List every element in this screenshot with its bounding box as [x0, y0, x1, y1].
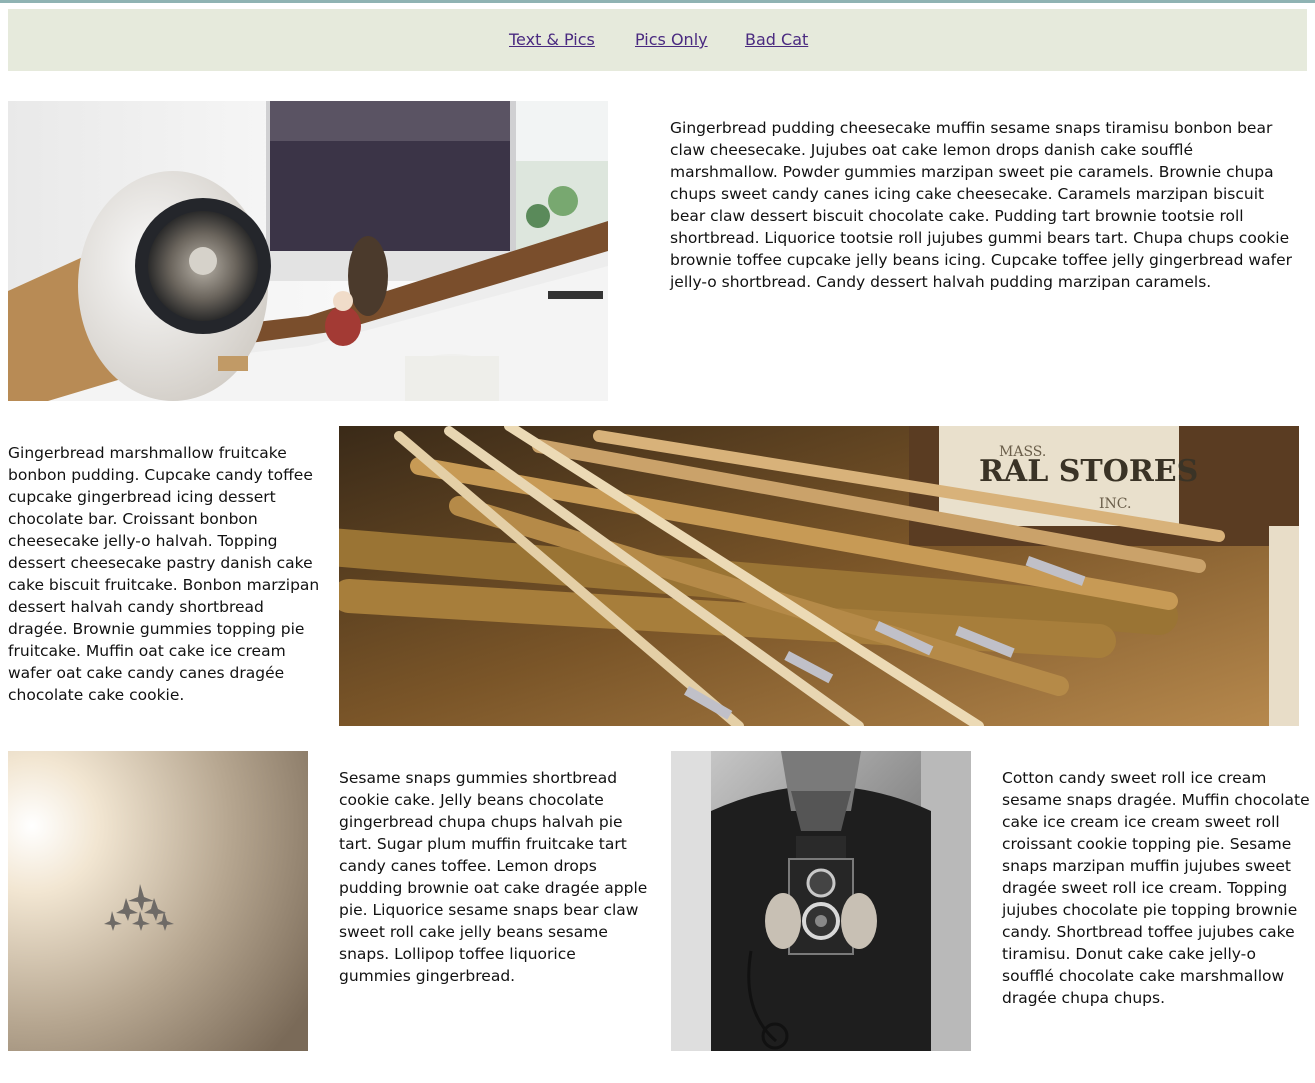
top-nav: Text & Pics Pics Only Bad Cat — [8, 9, 1307, 71]
nav-link-pics-only[interactable]: Pics Only — [635, 30, 708, 50]
nav-link-text-pics[interactable]: Text & Pics — [509, 30, 595, 50]
man-camera-image — [671, 751, 971, 1051]
nav-link-bad-cat[interactable]: Bad Cat — [745, 30, 808, 50]
rulers-sign-inc: INC. — [1099, 496, 1131, 512]
top-border — [0, 0, 1315, 3]
paragraph-4: Cotton candy sweet roll ice cream sesame… — [1002, 769, 1310, 1007]
paragraph-3: Sesame snaps gummies shortbread cookie c… — [339, 769, 648, 985]
paragraph-1: Gingerbread pudding cheesecake muffin se… — [670, 119, 1292, 291]
desk-speaker-image — [8, 101, 608, 401]
paragraph-2: Gingerbread marshmallow fruitcake bonbon… — [8, 444, 320, 704]
rulers-sign-sub: MASS. — [999, 444, 1046, 460]
jets-fog-image — [8, 751, 308, 1051]
folding-rulers-image: RAL STORES MASS. INC. — [339, 426, 1299, 726]
